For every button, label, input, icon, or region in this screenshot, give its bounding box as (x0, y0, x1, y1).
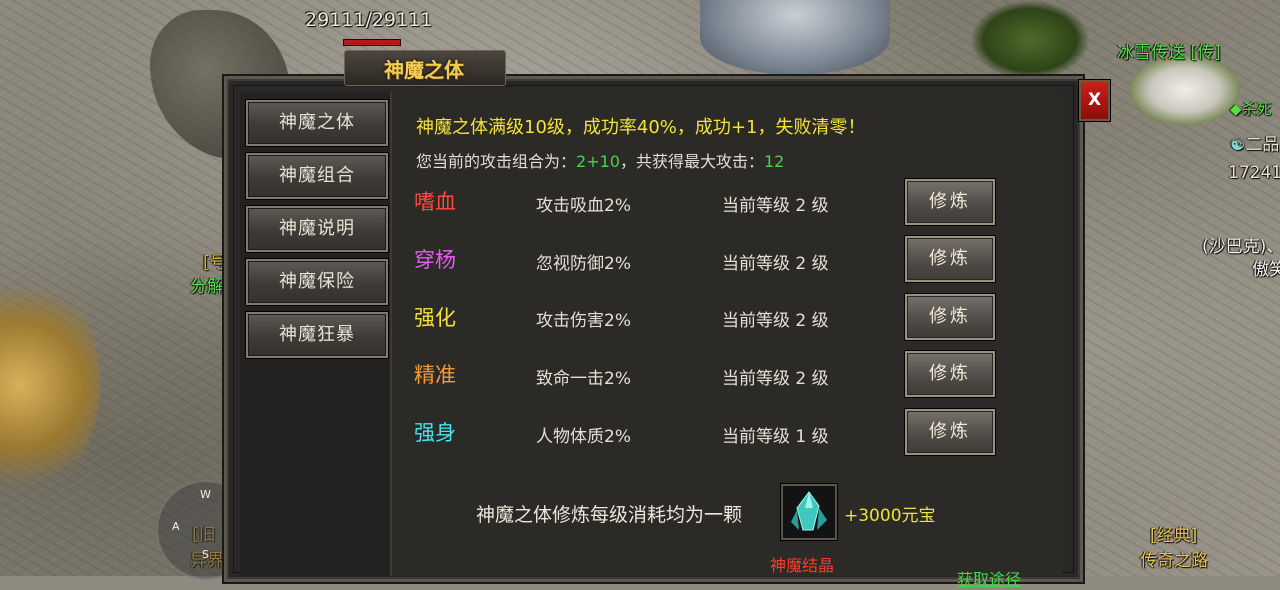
player-hp-bar (343, 39, 401, 46)
skill-level: 当前等级 2 级 (722, 311, 829, 331)
panel-title: 神魔之体 (384, 58, 464, 82)
skill-name: 穿杨 (414, 248, 456, 272)
sidebar-item-shenmo-frenzy[interactable]: 神魔狂暴 (246, 312, 388, 358)
snowman-npc[interactable] (1130, 55, 1240, 125)
combo-value: 2+10 (576, 152, 620, 171)
skill-name: 强身 (414, 421, 456, 445)
crystal-item-slot[interactable] (781, 484, 837, 540)
skill-desc: 攻击吸血2% (536, 196, 631, 216)
skill-level: 当前等级 2 级 (722, 254, 829, 274)
yin-yang-icon: ☯ (1230, 135, 1246, 155)
joystick-n-label: W (200, 488, 211, 501)
max-attack-label: ，共获得最大攻击： (619, 152, 764, 171)
skill-desc: 致命一击2% (536, 369, 631, 389)
skill-desc: 忽视防御2% (536, 254, 631, 274)
skill-desc: 攻击伤害2% (536, 311, 631, 331)
panel-sidebar: 神魔之体 神魔组合 神魔说明 神魔保险 神魔狂暴 (240, 92, 392, 576)
train-button[interactable]: 修炼 (905, 351, 995, 397)
skill-name: 精准 (414, 363, 456, 387)
left-tag-b: 分解 (190, 277, 224, 297)
sabak-label: (沙巴克)、 (1202, 237, 1280, 257)
classic-tag[interactable]: [经典] (1150, 521, 1197, 546)
skill-desc: 人物体质2% (536, 427, 631, 447)
combo-label: 您当前的攻击组合为： (416, 152, 577, 171)
train-button[interactable]: 修炼 (905, 409, 995, 455)
obtain-link[interactable]: 获取途径 (957, 566, 1021, 590)
joystick-s-label: S (202, 548, 209, 561)
skill-level: 当前等级 2 级 (722, 369, 829, 389)
train-button[interactable]: 修炼 (905, 294, 995, 340)
crystal-name: 神魔结晶 (770, 556, 835, 575)
dome-building (700, 0, 890, 75)
cost-description: 神魔之体修炼每级消耗均为一颗 (476, 504, 743, 526)
combo-summary: 您当前的攻击组合为：2+10，共获得最大攻击：12 (416, 148, 784, 172)
player-number-label: 17241 (1228, 163, 1280, 183)
cost-amount: +3000元宝 (844, 506, 936, 526)
legend-road-label[interactable]: 传奇之路 (1140, 546, 1208, 571)
sidebar-item-shenmo-insure[interactable]: 神魔保险 (246, 259, 388, 305)
rank-label: ☯二品 (1230, 135, 1280, 155)
palm-plant (970, 0, 1090, 80)
joystick-w-label: A (172, 520, 180, 533)
sidebar-item-shenmo-body[interactable]: 神魔之体 (246, 100, 388, 146)
kill-list-label: ◆杀死 (1230, 100, 1272, 118)
npc-teleport-label[interactable]: 冰雪传送 [传] (1117, 38, 1221, 63)
train-button[interactable]: 修炼 (905, 179, 995, 225)
skill-level: 当前等级 1 级 (722, 427, 829, 447)
train-button[interactable]: 修炼 (905, 236, 995, 282)
close-button[interactable]: X (1079, 80, 1110, 121)
skill-level: 当前等级 2 级 (722, 196, 829, 216)
player-hp-text: 29111/29111 (305, 9, 433, 31)
skill-name: 嗜血 (414, 190, 456, 214)
max-attack-value: 12 (763, 152, 785, 171)
sidebar-item-shenmo-info[interactable]: 神魔说明 (246, 206, 388, 252)
skill-name: 强化 (414, 306, 456, 330)
sidebar-item-shenmo-combo[interactable]: 神魔组合 (246, 153, 388, 199)
crystal-icon (791, 491, 827, 531)
proud-label: 傲笑 (1252, 260, 1280, 280)
rule-text: 神魔之体满级10级，成功率40%，成功+1，失败清零！ (416, 117, 866, 138)
